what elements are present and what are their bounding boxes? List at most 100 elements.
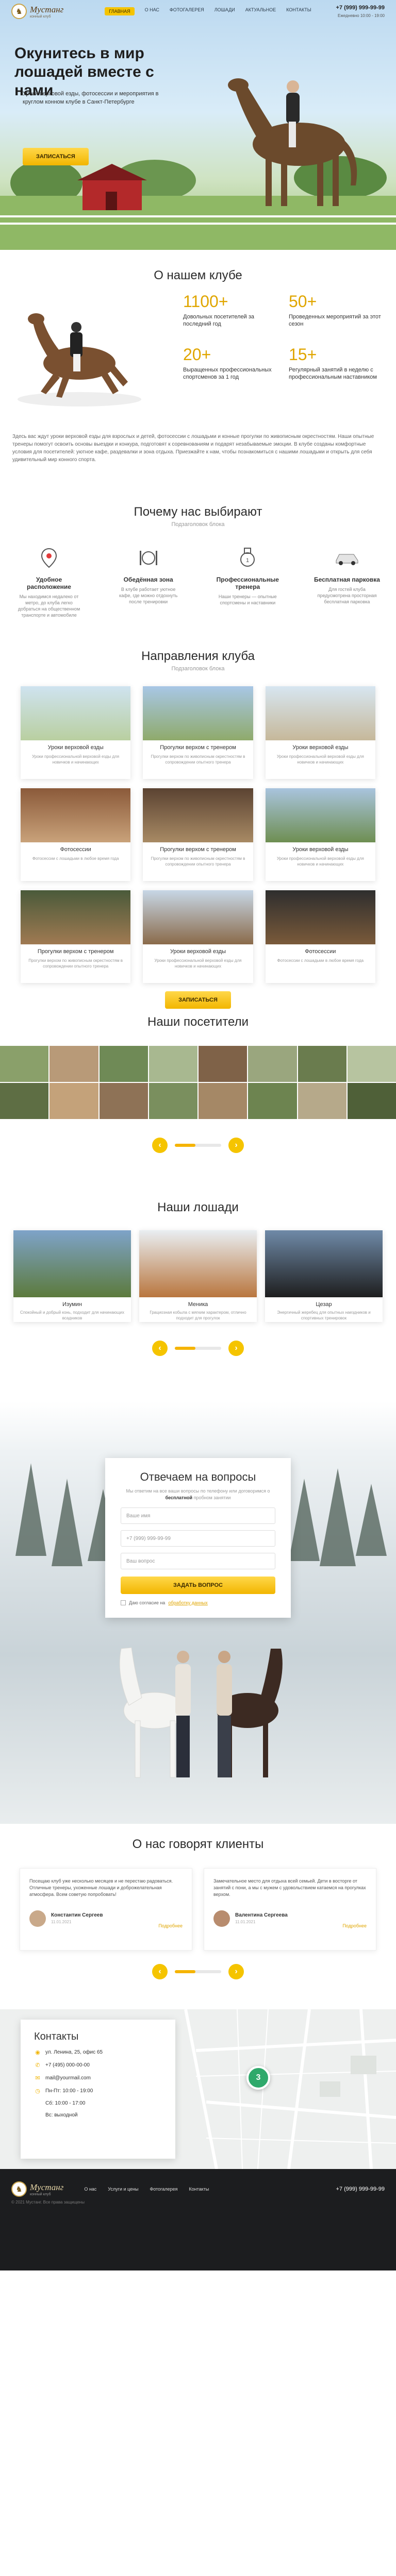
horse-card[interactable]: Изумин Спокойный и добрый конь, подходит… [13,1230,131,1322]
stat-value: 1100+ [183,292,228,311]
gallery-photo[interactable] [0,1046,49,1082]
horse-card[interactable]: Цезар Энергичный жеребец для опытных нае… [265,1230,383,1322]
direction-card[interactable]: Уроки верховой езды Уроки профессионально… [21,686,131,779]
gallery-photo[interactable] [0,1083,49,1119]
horse-card[interactable]: Меникa Грациозная кобыла с мягким характ… [139,1230,257,1322]
gallery-photo[interactable] [148,1046,197,1082]
directions-title: Направления клуба [141,649,255,663]
next-arrow-icon[interactable]: › [228,1964,244,1979]
brand-tagline: конный клуб [30,14,51,19]
gallery-photo[interactable] [347,1046,396,1082]
question-input[interactable]: Ваш вопрос [121,1553,275,1569]
prev-arrow-icon[interactable]: ‹ [152,1964,168,1979]
direction-card[interactable]: Фотосессии Фотосессии с лошадьми в любое … [265,890,375,983]
footer-nav-gallery[interactable]: Фотогалерея [150,2187,178,2192]
faq-text: Мы ответим на все ваши вопросы по телефо… [126,1488,270,1500]
gallery-photo[interactable] [199,1046,248,1082]
direction-card[interactable]: Уроки верховой езды Уроки профессионально… [265,686,375,779]
about-title: О нашем клубе [154,268,242,282]
direction-card[interactable]: Уроки верховой езды Уроки профессионально… [143,890,253,983]
hero-background [0,78,396,250]
prev-arrow-icon[interactable]: ‹ [152,1138,168,1153]
footer-nav-contacts[interactable]: Контакты [189,2187,209,2192]
phone-input[interactable]: +7 (999) 999-99-99 [121,1530,275,1547]
direction-title: Уроки верховой езды [170,948,226,955]
gallery-photo[interactable] [148,1083,197,1119]
direction-card[interactable]: Прогулки верхом с тренером Прогулки верхо… [143,788,253,881]
direction-card[interactable]: Прогулки верхом с тренером Прогулки верхо… [21,890,131,983]
direction-title: Фотосессии [60,846,91,853]
brand-name: Мустанг [30,4,64,14]
copyright: © 2021 Мустанг. Все права защищены [11,2200,85,2205]
footer-nav-about[interactable]: О нас [84,2187,96,2192]
footer-phone[interactable]: +7 (999) 999-99-99 [336,2186,385,2192]
direction-card[interactable]: Уроки верховой езды Уроки профессионально… [265,788,375,881]
header-phone[interactable]: +7 (999) 999-99-99 Ежедневно 10:00 - 19:… [336,5,385,19]
reviews-title: О нас говорят клиенты [132,1837,264,1851]
prev-arrow-icon[interactable]: ‹ [152,1341,168,1356]
direction-text: Прогулки верхом по живописным окрестност… [28,958,123,969]
gallery-photo[interactable] [99,1046,148,1082]
author-name: Валентина Сергеева [235,1912,288,1918]
logo[interactable]: ♞ Мустанг конный клуб [11,4,63,19]
ask-question-button[interactable]: ЗАДАТЬ ВОПРОС [121,1577,275,1594]
horses-title: Наши лошади [157,1200,239,1214]
nav-gallery[interactable]: ФОТОГАЛЕРЕЯ [170,7,204,15]
nav-news[interactable]: АКТУАЛЬНОЕ [245,7,276,15]
next-arrow-icon[interactable]: › [228,1341,244,1356]
directions-section: Направления клуба Подзаголовок блока Уро… [0,639,396,1009]
main-nav: ГЛАВНАЯ О НАС ФОТОГАЛЕРЕЯ ЛОШАДИ АКТУАЛЬ… [105,7,311,15]
hero-signup-button[interactable]: ЗАПИСАТЬСЯ [23,148,89,165]
footer-nav: О нас Услуги и цены Фотогалерея Контакты [84,2187,209,2192]
contact-address: ◉ ул. Ленина, 25, офис 65 [34,2049,162,2056]
gallery-photo[interactable] [50,1083,98,1119]
footer-logo[interactable]: ♞ Мустанг конный клуб [11,2181,63,2197]
direction-text: Фотосессии с лошадьми в любое время года [277,958,364,963]
gallery-photo[interactable] [248,1083,297,1119]
visitors-title: Наши посетители [147,1015,249,1029]
name-input[interactable]: Ваше имя [121,1507,275,1524]
horse-text: Энергичный жеребец для опытных наезднико… [277,1310,371,1320]
nav-horses[interactable]: ЛОШАДИ [214,7,235,15]
gallery-photo[interactable] [298,1083,346,1119]
checkbox-icon[interactable] [121,1600,126,1605]
why-item-coaches: 1 Профессиональные тренера Наши тренеры … [214,544,281,618]
direction-title: Прогулки верхом с тренером [160,744,236,751]
review-card: Посещаю клуб уже несколько месяцев и не … [20,1868,192,1951]
working-hours: Ежедневно 10:00 - 19:00 [338,13,385,18]
gallery-photo[interactable] [199,1083,248,1119]
directions-subtitle: Подзаголовок блока [171,666,225,672]
phone-number[interactable]: +7 (999) 999-99-99 [336,5,385,11]
direction-title: Прогулки верхом с тренером [160,846,236,853]
next-arrow-icon[interactable]: › [228,1138,244,1153]
coach-icon: 1 [214,544,281,572]
rider-jumping-photo [18,313,141,406]
why-item-dining: Обедённая зона В клубе работает уютное к… [115,544,182,618]
reviews-slider-controls: ‹ › [0,1964,396,1979]
nav-about[interactable]: О НАС [145,7,159,15]
direction-card[interactable]: Прогулки верхом с тренером Прогулки верхо… [143,686,253,779]
contact-phone[interactable]: ✆ +7 (495) 000-00-00 [34,2062,162,2069]
gallery-photo[interactable] [248,1046,297,1082]
parking-icon [314,544,381,572]
gallery-photo[interactable] [298,1046,346,1082]
nav-home[interactable]: ГЛАВНАЯ [105,7,135,15]
consent-link[interactable]: обработку данных [168,1600,207,1605]
avatar [213,1910,230,1927]
location-icon [15,544,82,572]
contact-email[interactable]: ✉ mail@yourmail.com [34,2075,162,2081]
why-item-title: Удобное расположение [27,576,71,590]
dining-icon [115,544,182,572]
direction-card[interactable]: Фотосессии Фотосессии с лошадьми в любое … [21,788,131,881]
gallery-photo[interactable] [99,1083,148,1119]
gallery-photo[interactable] [50,1046,98,1082]
stat-events: 50+ Проведенных мероприятий за этот сезо… [289,292,384,328]
map-pin-icon[interactable]: 3 [246,2066,270,2090]
gallery-photo[interactable] [347,1083,396,1119]
footer-nav-services[interactable]: Услуги и цены [108,2187,138,2192]
visitors-gallery [0,1046,396,1119]
reviews-section: О нас говорят клиенты Посещаю клуб уже н… [0,1824,396,2009]
nav-contacts[interactable]: КОНТАКТЫ [286,7,311,15]
consent-checkbox[interactable]: Даю согласие на обработку данных [121,1600,275,1605]
direction-photo [143,686,253,740]
